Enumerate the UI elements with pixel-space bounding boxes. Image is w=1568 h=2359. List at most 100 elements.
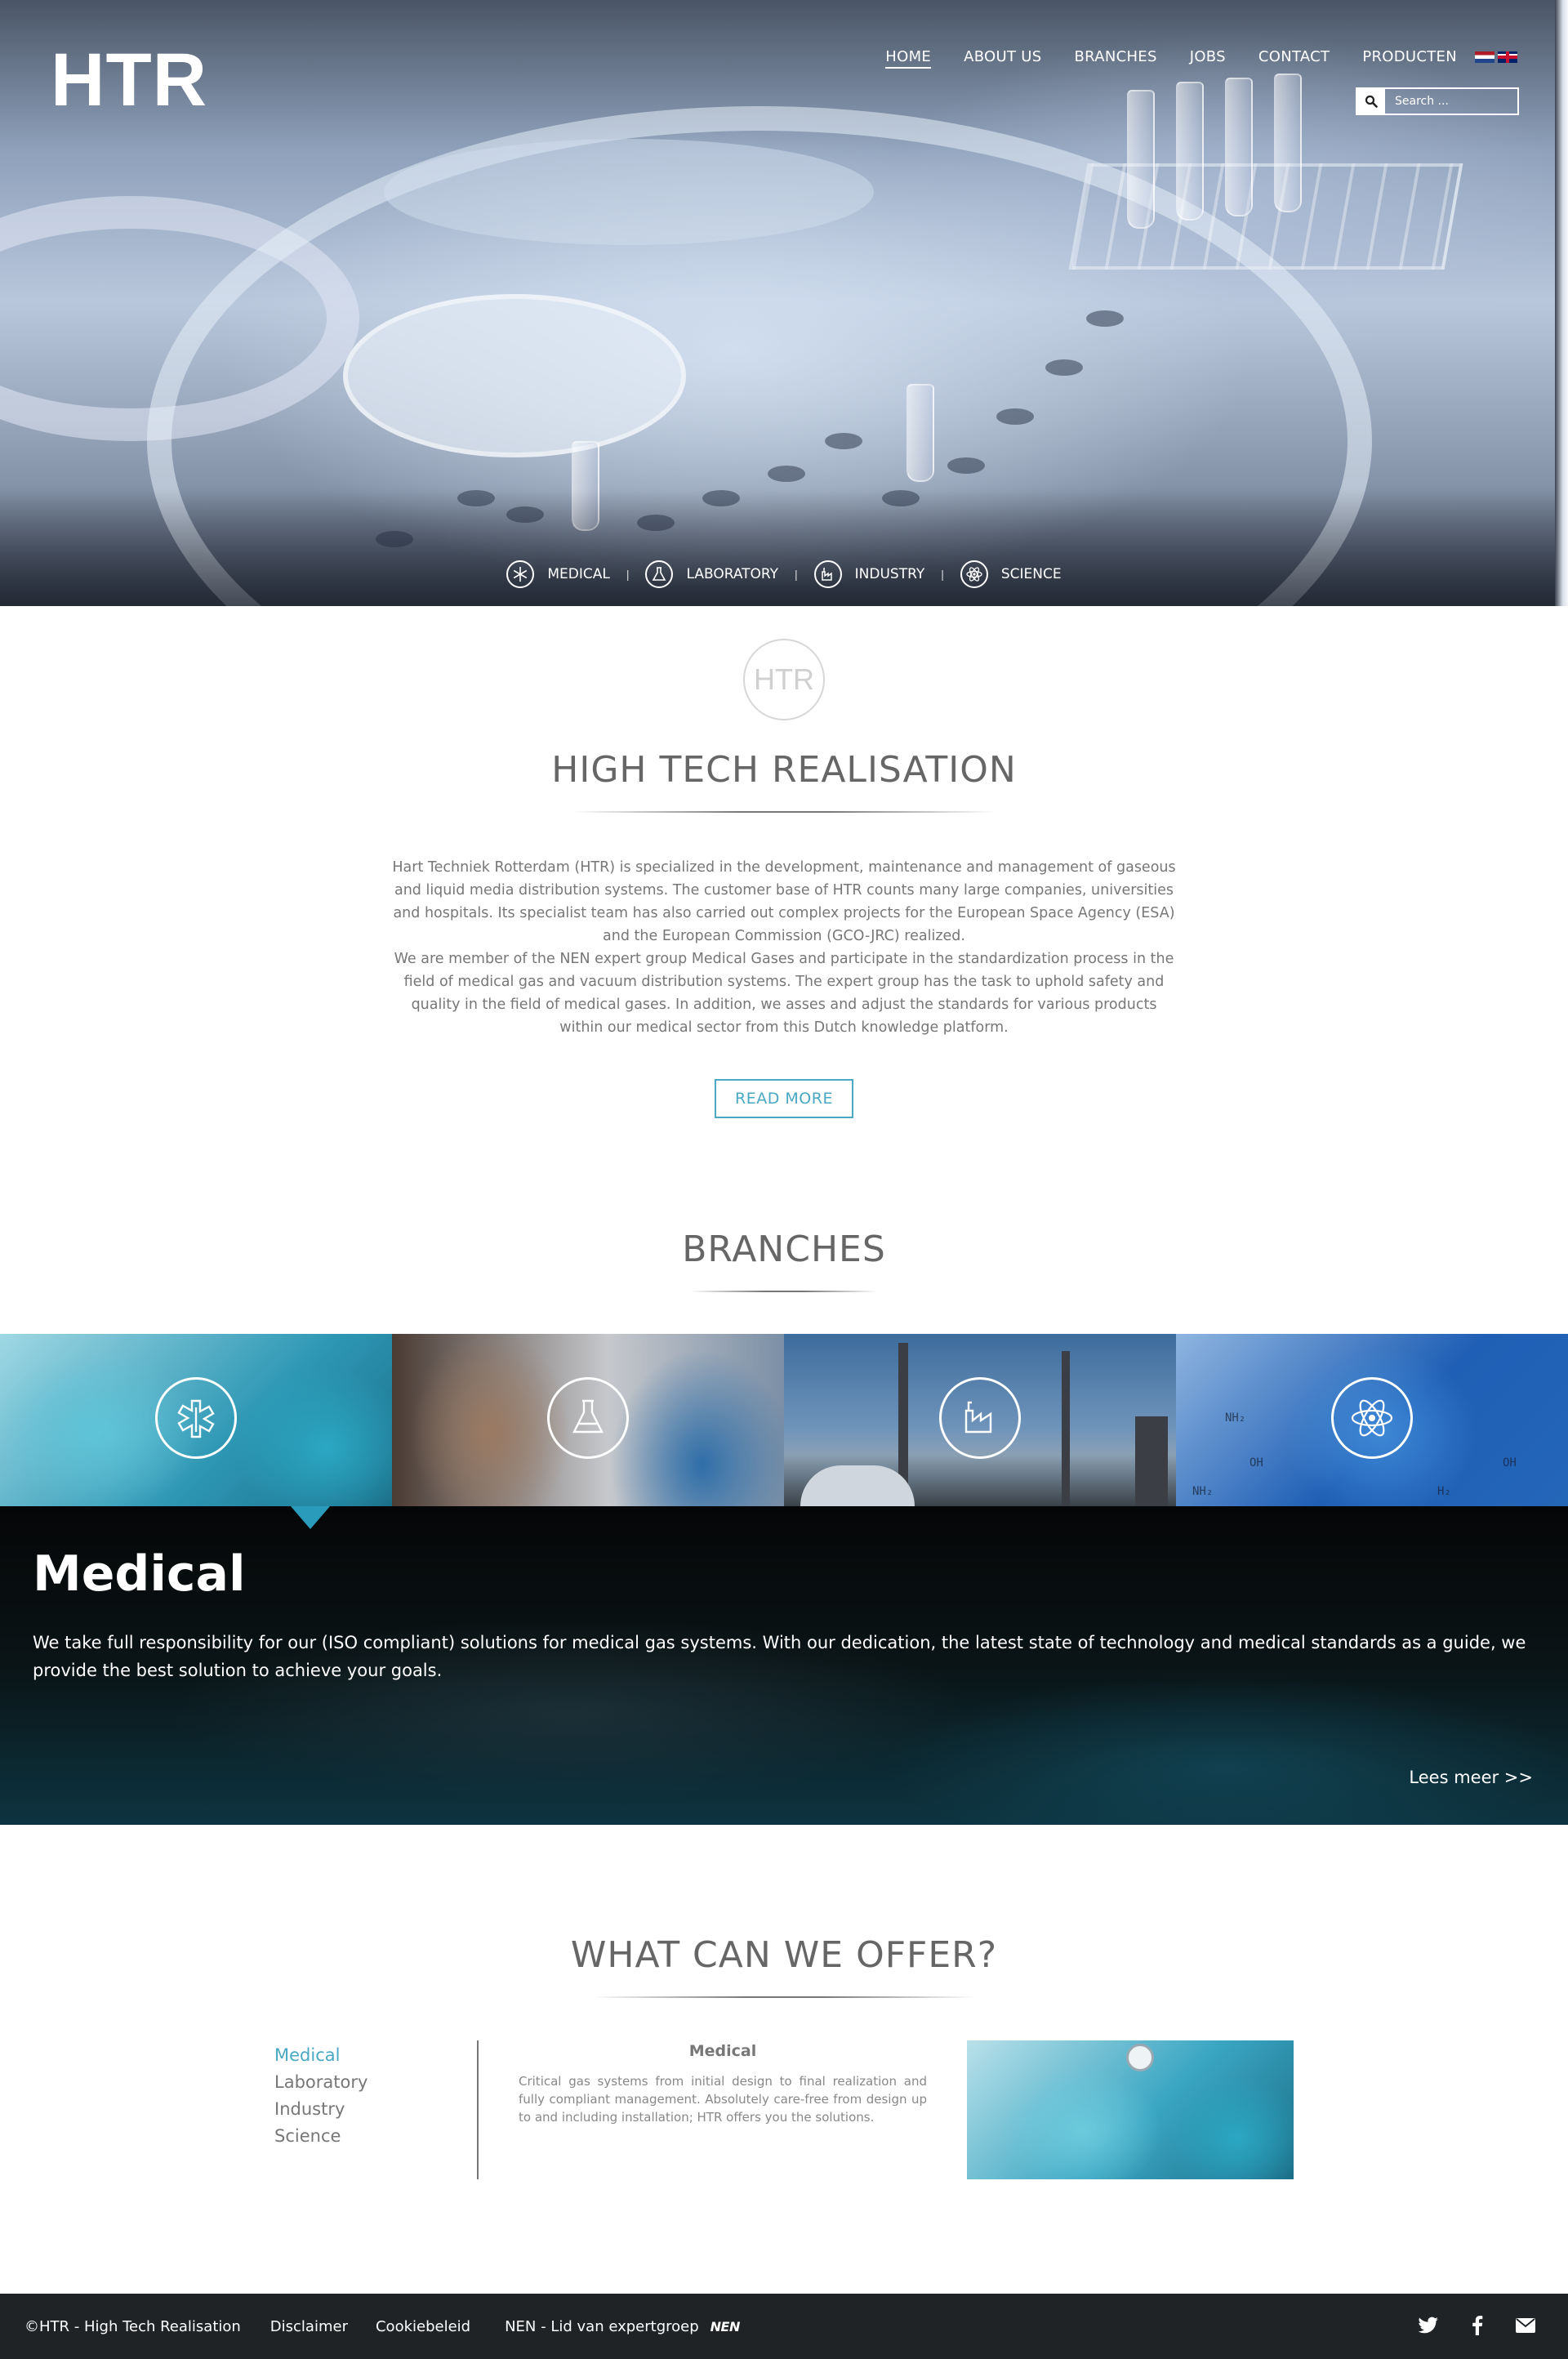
flask-icon bbox=[645, 560, 674, 588]
active-branch-pointer bbox=[291, 1506, 330, 1529]
hero-image-hole bbox=[768, 466, 805, 482]
nav-contact[interactable]: CONTACT bbox=[1258, 48, 1330, 69]
hero-image-hole bbox=[996, 408, 1034, 425]
hero-image-hole bbox=[825, 433, 862, 449]
nav-home[interactable]: HOME bbox=[885, 48, 932, 69]
hero-branch-science[interactable]: SCIENCE bbox=[960, 560, 1062, 588]
search-icon bbox=[1365, 95, 1378, 108]
title-divider bbox=[592, 1996, 976, 1998]
main-nav: HOME ABOUT US BRANCHES JOBS CONTACT PROD… bbox=[885, 48, 1457, 69]
tile-image-formula: NH₂ bbox=[1192, 1485, 1214, 1498]
footer-cookie-link[interactable]: Cookiebeleid bbox=[376, 2318, 470, 2335]
branch-tile-industry[interactable] bbox=[784, 1334, 1176, 1506]
branch-detail-title: Medical bbox=[33, 1545, 246, 1603]
offer-divider bbox=[477, 2040, 479, 2179]
tile-image-formula: NH₂ bbox=[1225, 1411, 1246, 1425]
footer-disclaimer-link[interactable]: Disclaimer bbox=[270, 2318, 348, 2335]
scrollbar[interactable] bbox=[1555, 0, 1568, 606]
hero-branch-medical[interactable]: MEDICAL bbox=[506, 560, 610, 588]
medical-icon bbox=[155, 1377, 237, 1459]
footer-nen[interactable]: NEN - Lid van expertgroep NEN bbox=[505, 2318, 740, 2335]
hero-image-hole bbox=[1086, 310, 1124, 327]
hero-image-tube bbox=[1127, 90, 1155, 229]
footer-nen-label: NEN - Lid van expertgroep bbox=[505, 2317, 699, 2335]
factory-icon bbox=[813, 560, 842, 588]
separator: | bbox=[795, 568, 798, 581]
nav-branches[interactable]: BRANCHES bbox=[1075, 48, 1157, 69]
search-button[interactable] bbox=[1357, 89, 1385, 114]
language-switcher bbox=[1475, 51, 1517, 63]
site-logo[interactable]: HTR bbox=[51, 42, 207, 118]
email-icon[interactable] bbox=[1516, 2318, 1535, 2333]
intro-title: HIGH TECH REALISATION bbox=[551, 749, 1017, 791]
offer-item-laboratory[interactable]: Laboratory bbox=[274, 2069, 368, 2096]
branch-detail-text: We take full responsibility for our (ISO… bbox=[33, 1633, 1526, 1680]
hero-branch-label: LABORATORY bbox=[686, 566, 779, 582]
medical-icon bbox=[506, 560, 535, 588]
hero-branch-label: INDUSTRY bbox=[854, 566, 925, 582]
tile-image-chimney bbox=[1135, 1416, 1168, 1506]
tile-image-dome bbox=[800, 1465, 915, 1506]
tile-image-formula: OH bbox=[1503, 1456, 1517, 1469]
nav-producten[interactable]: PRODUCTEN bbox=[1362, 48, 1457, 69]
offer-item-medical[interactable]: Medical bbox=[274, 2042, 368, 2069]
atom-icon bbox=[960, 560, 988, 588]
htr-badge: HTR bbox=[743, 639, 825, 720]
facebook-icon[interactable] bbox=[1472, 2316, 1483, 2335]
factory-icon bbox=[939, 1377, 1021, 1459]
branch-tile-medical[interactable] bbox=[0, 1334, 392, 1506]
offer-detail-text: Critical gas systems from initial design… bbox=[519, 2074, 927, 2125]
branch-detail-panel: Medical We take full responsibility for … bbox=[0, 1506, 1568, 1825]
branch-tile-science[interactable]: NH₂ OH NH₂ OH H₂ bbox=[1176, 1334, 1568, 1506]
surgical-lamp bbox=[1126, 2044, 1154, 2071]
atom-icon bbox=[1331, 1377, 1413, 1459]
hero-image-shape bbox=[384, 139, 874, 245]
branch-tile-laboratory[interactable] bbox=[392, 1334, 784, 1506]
read-more-link[interactable]: Lees meer >> bbox=[1409, 1768, 1533, 1787]
tile-image-chimney bbox=[1062, 1351, 1070, 1506]
tile-image-formula: OH bbox=[1250, 1456, 1263, 1469]
hero-image-tube bbox=[1176, 82, 1204, 221]
offer-menu: Medical Laboratory Industry Science bbox=[274, 2042, 368, 2150]
offer-title: WHAT CAN WE OFFER? bbox=[570, 1934, 998, 1976]
hero-branch-industry[interactable]: INDUSTRY bbox=[813, 560, 925, 588]
hero-image-tube bbox=[1225, 78, 1253, 216]
hero-banner bbox=[0, 0, 1568, 606]
offer-detail-title: Medical bbox=[688, 2042, 757, 2060]
flask-icon bbox=[547, 1377, 629, 1459]
title-divider bbox=[690, 1291, 878, 1292]
separator: | bbox=[941, 568, 944, 581]
hero-shade bbox=[0, 490, 1568, 606]
intro-text: Hart Techniek Rotterdam (HTR) is special… bbox=[392, 856, 1176, 1039]
footer-copyright: ©HTR - High Tech Realisation bbox=[24, 2317, 241, 2335]
search-input[interactable] bbox=[1385, 95, 1516, 108]
intro-paragraph: Hart Techniek Rotterdam (HTR) is special… bbox=[392, 859, 1176, 944]
tile-image-formula: H₂ bbox=[1437, 1485, 1451, 1498]
separator: | bbox=[626, 568, 630, 581]
hero-image-tube bbox=[906, 384, 934, 482]
branch-tiles: NH₂ OH NH₂ OH H₂ bbox=[0, 1334, 1568, 1506]
intro-paragraph: We are member of the NEN expert group Me… bbox=[394, 951, 1174, 1036]
search-box bbox=[1356, 87, 1519, 115]
hero-branch-links: MEDICAL | LABORATORY | INDUSTRY | SCIENC… bbox=[0, 560, 1568, 588]
offer-item-industry[interactable]: Industry bbox=[274, 2096, 368, 2123]
hero-image-hole bbox=[947, 457, 985, 474]
hero-image-hole bbox=[1045, 359, 1083, 376]
hero-image-shape bbox=[343, 294, 686, 457]
twitter-icon[interactable] bbox=[1418, 2317, 1439, 2334]
title-divider bbox=[572, 811, 996, 813]
dutch-flag-icon[interactable] bbox=[1475, 51, 1494, 63]
read-more-button[interactable]: READ MORE bbox=[715, 1079, 853, 1118]
hero-branch-label: MEDICAL bbox=[547, 566, 610, 582]
english-flag-icon[interactable] bbox=[1498, 51, 1517, 63]
offer-image bbox=[967, 2040, 1294, 2179]
nav-jobs[interactable]: JOBS bbox=[1190, 48, 1226, 69]
hero-branch-label: SCIENCE bbox=[1000, 566, 1062, 582]
branches-title: BRANCHES bbox=[682, 1229, 886, 1270]
offer-item-science[interactable]: Science bbox=[274, 2123, 368, 2150]
social-links bbox=[1418, 2316, 1535, 2335]
nen-logo: NEN bbox=[710, 2318, 741, 2334]
nav-about-us[interactable]: ABOUT US bbox=[964, 48, 1041, 69]
hero-branch-laboratory[interactable]: LABORATORY bbox=[645, 560, 778, 588]
hero-image-tube bbox=[1274, 74, 1302, 212]
